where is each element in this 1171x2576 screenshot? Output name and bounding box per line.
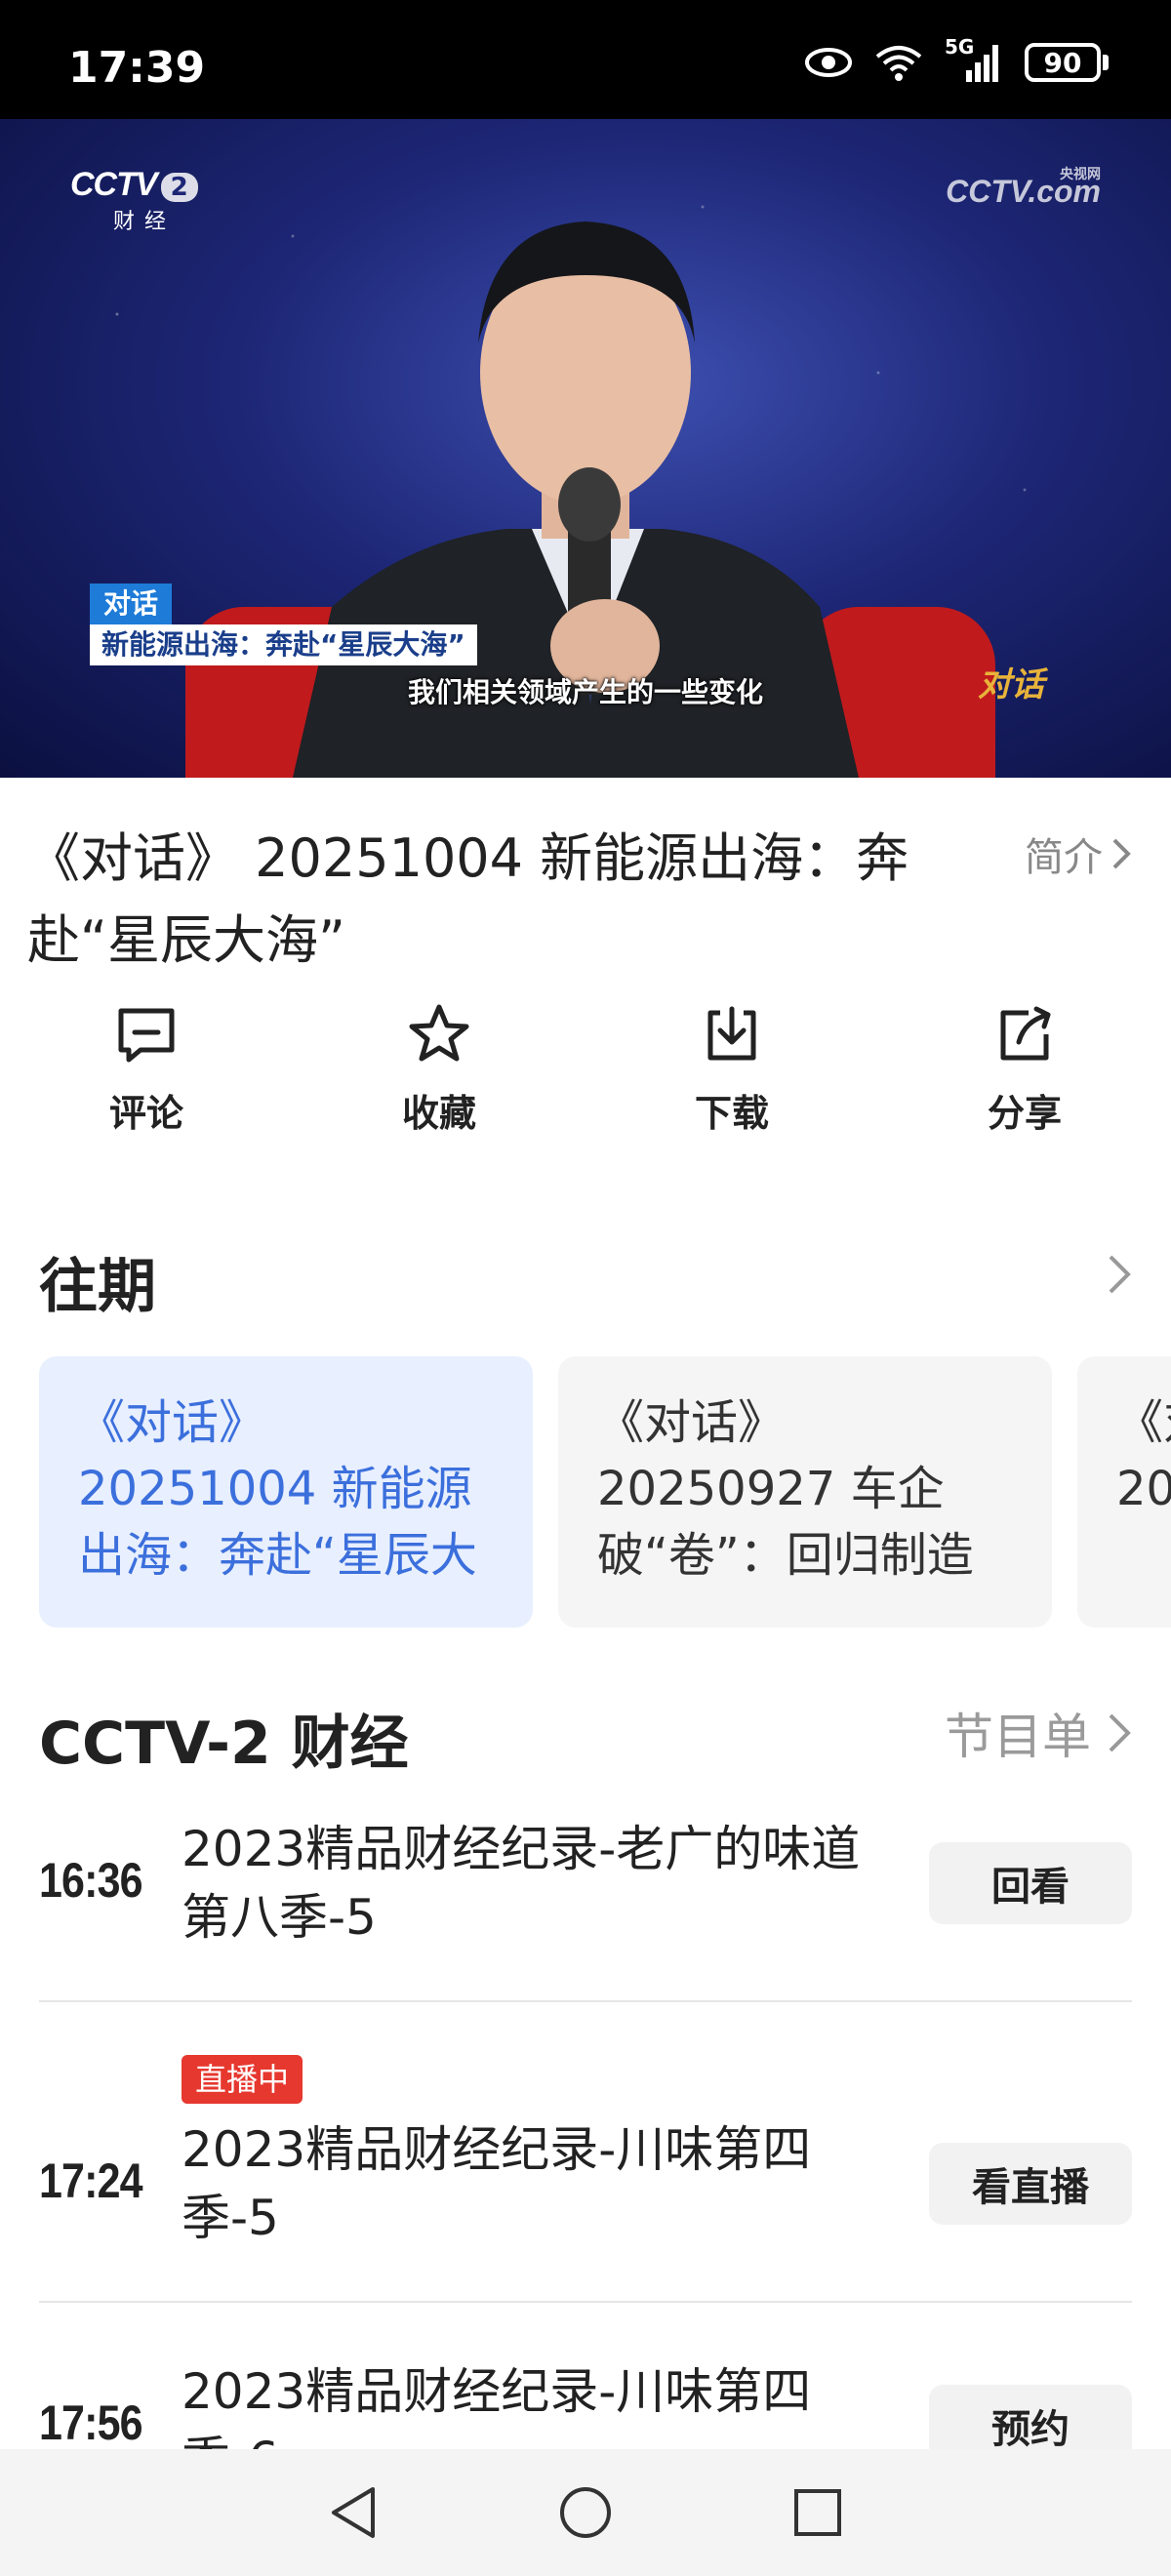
battery-indicator: 90 (1025, 43, 1109, 82)
past-episodes-heading: 往期 (39, 1253, 156, 1321)
schedule-program-name: 2023精品财经纪录-老广的味道第八季-5 (182, 1821, 861, 1946)
channel-logo-text: CCTV (70, 166, 158, 203)
live-badge: 直播中 (182, 2055, 303, 2104)
eye-icon (805, 48, 852, 77)
star-icon (409, 1004, 469, 1062)
chevron-right-icon (1112, 838, 1131, 869)
schedule-channel-heading: CCTV-2 财经 (39, 1710, 409, 1778)
download-icon (707, 1006, 756, 1061)
download-button[interactable]: 下载 (586, 999, 878, 1137)
show-logo: 对话 (978, 665, 1044, 704)
replay-button[interactable]: 回看 (929, 1842, 1132, 1924)
comment-icon (118, 1008, 175, 1063)
status-icons: 5G 90 (804, 35, 1109, 84)
schedule-time: 16:36 (39, 1853, 143, 1908)
episode-card[interactable]: 《对话》 20250920 未来 (1077, 1356, 1171, 1628)
wifi-icon (875, 46, 922, 81)
signal-icon (966, 45, 998, 82)
intro-label: 简介 (1025, 835, 1103, 880)
schedule-row[interactable]: 16:36 2023精品财经纪录-老广的味道第八季-5 回看 (39, 1815, 1132, 2000)
episode-card[interactable]: 《对话》 20250927 车企破“卷”：回归制造本质 (558, 1356, 1052, 1628)
divider (39, 2000, 1132, 2002)
watch-live-button[interactable]: 看直播 (929, 2143, 1132, 2225)
schedule-time: 17:24 (39, 2153, 143, 2208)
back-icon[interactable] (326, 2483, 381, 2542)
battery-tip (1103, 55, 1109, 70)
schedule-more[interactable]: 节目单 (945, 1698, 1132, 1768)
episode-text: 《对话》 20250920 未来 (1116, 1395, 1171, 1516)
system-navigation-bar (0, 2449, 1171, 2576)
download-label: 下载 (694, 1092, 769, 1135)
favorite-label: 收藏 (401, 1092, 476, 1135)
episode-card[interactable]: 《对话》 20251004 新能源出海：奔赴“星辰大海” (39, 1356, 533, 1628)
channel-number: 2 (160, 173, 198, 202)
schedule-more-label: 节目单 (945, 1709, 1091, 1765)
past-episodes-list: 《对话》 20251004 新能源出海：奔赴“星辰大海” 《对话》 202509… (39, 1356, 1171, 1628)
program-title: 《对话》 20251004 新能源出海：奔赴“星辰大海” (27, 827, 909, 971)
past-episodes-more[interactable] (1107, 1253, 1132, 1296)
share-label: 分享 (987, 1092, 1062, 1135)
comment-button[interactable]: 评论 (0, 999, 293, 1137)
caption-title: 新能源出海：奔赴“星辰大海” (90, 624, 477, 665)
cctv-com-watermark: 央视网 CCTV.com (946, 166, 1101, 210)
caption-tag: 对话 (90, 584, 173, 624)
channel-logo: CCTV 2 财经 (70, 166, 198, 235)
favorite-button[interactable]: 收藏 (293, 999, 586, 1137)
home-icon[interactable] (556, 2483, 615, 2542)
schedule-time: 17:56 (39, 2395, 143, 2450)
divider (39, 2301, 1132, 2303)
watermark-sub: 央视网 (1060, 166, 1101, 181)
status-bar: 17:39 5G 90 (0, 0, 1171, 119)
intro-link[interactable]: 简介 (1025, 825, 1132, 882)
recents-icon[interactable] (790, 2485, 845, 2540)
action-bar: 评论 收藏 下载 分享 (0, 999, 1171, 1137)
video-player[interactable]: CCTV 2 财经 央视网 CCTV.com 对话 新能源出海：奔赴“星辰大海” … (0, 119, 1171, 778)
chevron-right-icon (1109, 1255, 1131, 1294)
share-icon (1000, 1006, 1051, 1061)
chevron-right-icon (1109, 1713, 1131, 1752)
comment-label: 评论 (108, 1092, 183, 1135)
episode-text: 《对话》 20251004 新能源出海：奔赴“星辰大海” (78, 1395, 477, 1583)
channel-sub: 财经 (113, 210, 177, 234)
status-time: 17:39 (68, 43, 206, 93)
battery-level: 90 (1025, 43, 1101, 82)
signal-indicator: 5G (945, 35, 1003, 84)
schedule-program-name: 2023精品财经纪录-川味第四季-5 (182, 2121, 812, 2246)
schedule-row[interactable]: 直播中 17:24 2023精品财经纪录-川味第四季-5 看直播 (39, 2055, 1132, 2289)
share-button[interactable]: 分享 (878, 999, 1171, 1137)
episode-text: 《对话》 20250927 车企破“卷”：回归制造本质 (597, 1395, 974, 1583)
